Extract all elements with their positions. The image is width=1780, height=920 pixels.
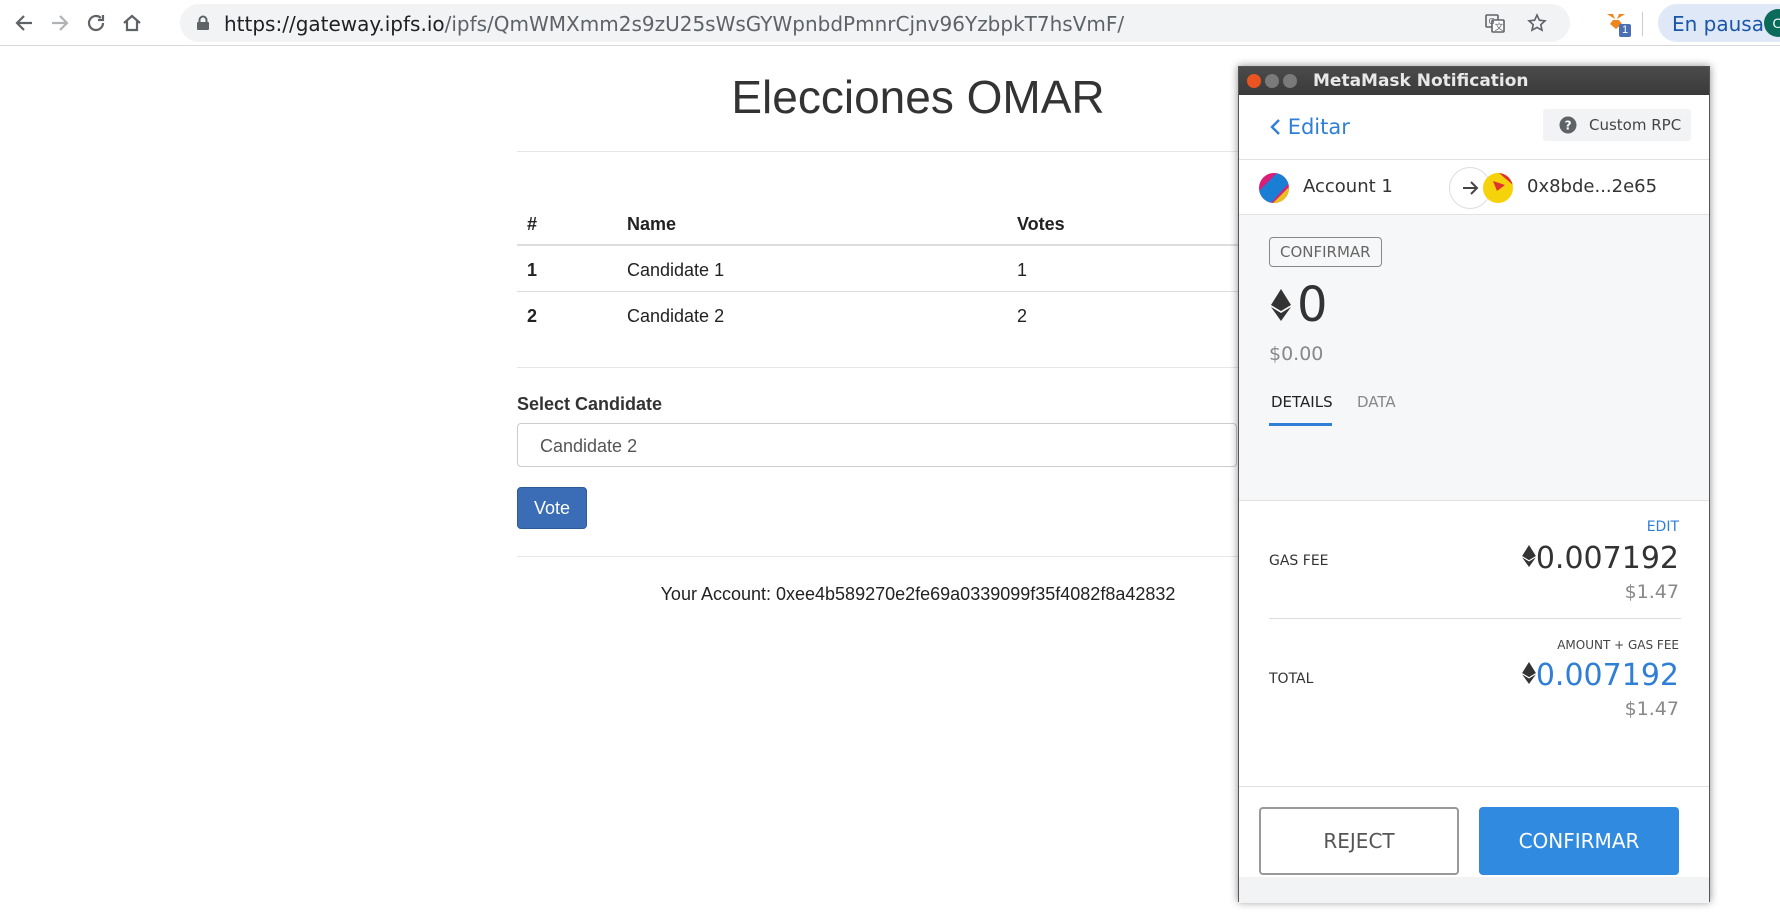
translate-icon[interactable]: 文G [1482, 10, 1508, 36]
tab-details[interactable]: DETAILS [1271, 393, 1333, 411]
transaction-amount-fiat: $0.00 [1269, 343, 1324, 365]
candidate-name: Candidate 2 [627, 306, 725, 326]
column-header-number: # [527, 214, 538, 234]
confirm-header: Editar ? Custom RPC [1239, 95, 1709, 159]
back-icon[interactable] [8, 7, 40, 39]
gas-fee-amount: 0.007192 [1535, 541, 1679, 576]
total-caption: AMOUNT + GAS FEE [1557, 638, 1679, 652]
url-path: /ipfs/QmWMXmm2s9zU25sWsGYWpnbdPmnrCjnv96… [444, 12, 1125, 36]
tab-data[interactable]: DATA [1357, 393, 1396, 411]
window-minimize-icon[interactable] [1265, 74, 1279, 88]
column-header-name: Name [627, 214, 677, 234]
edit-back-link[interactable]: Editar [1269, 115, 1350, 139]
ethereum-icon [1521, 658, 1536, 693]
transaction-summary: CONFIRMAR 0 $0.00 DETAILS DATA [1239, 215, 1709, 500]
column-header-votes: Votes [1017, 214, 1065, 234]
profile-status-label: En pausa [1672, 12, 1764, 36]
title-divider [517, 151, 1319, 152]
your-account-text: Your Account: 0xee4b589270e2fe69a0339099… [660, 584, 1176, 604]
candidate-votes: 1 [1017, 260, 1028, 280]
window-title: MetaMask Notification [1313, 71, 1529, 91]
svg-text:G: G [1489, 17, 1495, 26]
select-candidate-label: Select Candidate [517, 394, 663, 414]
home-icon[interactable] [116, 7, 148, 39]
window-bottom-strip [1239, 877, 1709, 903]
gas-fee-fiat: $1.47 [1624, 581, 1679, 603]
bookmark-star-icon[interactable] [1524, 10, 1550, 36]
svg-text:?: ? [1565, 119, 1572, 133]
url-host: https://gateway.ipfs.io [224, 12, 445, 36]
edit-back-label: Editar [1287, 115, 1350, 139]
candidate-select-value: Candidate 2 [540, 436, 638, 456]
recipient-identicon [1483, 173, 1513, 203]
transaction-amount: 0 [1297, 277, 1328, 333]
reject-button[interactable]: REJECT [1259, 807, 1459, 875]
gas-fee-label: GAS FEE [1269, 553, 1329, 569]
total-label: TOTAL [1269, 671, 1314, 687]
ethereum-icon [1271, 289, 1291, 326]
forward-icon[interactable] [44, 7, 76, 39]
row-number: 1 [527, 260, 538, 280]
profile-button[interactable]: En pausa O [1658, 4, 1780, 42]
toolbar-divider [1642, 12, 1643, 36]
row-number: 2 [527, 306, 538, 326]
action-chip: CONFIRMAR [1269, 237, 1382, 267]
confirm-button[interactable]: CONFIRMAR [1479, 807, 1679, 875]
chevron-left-icon [1269, 115, 1288, 139]
candidate-votes: 2 [1017, 306, 1028, 326]
candidate-select[interactable]: Candidate 2 [517, 423, 1237, 467]
sender-recipient-row: Account 1 0x8bde...2e65 [1239, 159, 1709, 215]
svg-text:文: 文 [1495, 21, 1504, 33]
table-row: 2 Candidate 2 2 [517, 292, 1277, 338]
recipient-address: 0x8bde...2e65 [1527, 176, 1658, 197]
window-close-icon[interactable] [1247, 74, 1261, 88]
form-divider [517, 556, 1277, 557]
window-maximize-icon[interactable] [1283, 74, 1297, 88]
candidate-name: Candidate 1 [627, 260, 725, 280]
url-text[interactable]: https://gateway.ipfs.io/ipfs/QmWMXmm2s9z… [224, 12, 1124, 36]
window-titlebar: MetaMask Notification [1239, 67, 1709, 95]
metamask-notification-window: MetaMask Notification Editar ? Custom RP… [1238, 66, 1710, 903]
total-fiat: $1.47 [1624, 698, 1679, 720]
table-row: 1 Candidate 1 1 [517, 246, 1277, 292]
fee-details: EDIT GAS FEE 0.007192 $1.47 AMOUNT + GAS… [1239, 500, 1709, 786]
address-bar[interactable]: https://gateway.ipfs.io/ipfs/QmWMXmm2s9z… [180, 4, 1570, 42]
extension-badge: 1 [1619, 24, 1632, 37]
lock-icon [196, 15, 210, 36]
vote-button[interactable]: Vote [517, 487, 587, 529]
browser-toolbar: https://gateway.ipfs.io/ipfs/QmWMXmm2s9z… [0, 0, 1780, 46]
total-amount: 0.007192 [1535, 658, 1679, 693]
page-title: Elecciones OMAR [731, 71, 1105, 123]
total-value: 0.007192 [1521, 658, 1679, 693]
ethereum-icon [1521, 541, 1536, 576]
sender-account-name: Account 1 [1303, 176, 1393, 197]
edit-gas-link[interactable]: EDIT [1647, 519, 1679, 535]
metamask-extension-icon[interactable]: 1 [1605, 10, 1633, 38]
network-label: Custom RPC [1589, 116, 1682, 134]
sender-identicon [1259, 173, 1289, 203]
avatar: O [1764, 9, 1780, 37]
table-divider [517, 367, 1277, 368]
reload-icon[interactable] [80, 7, 112, 39]
table-header-row: # Name Votes [517, 200, 1277, 246]
network-indicator[interactable]: ? Custom RPC [1543, 109, 1691, 141]
active-tab-indicator [1269, 423, 1332, 426]
fee-divider [1269, 618, 1681, 619]
gas-fee-value: 0.007192 [1521, 541, 1679, 576]
question-icon: ? [1559, 116, 1577, 139]
